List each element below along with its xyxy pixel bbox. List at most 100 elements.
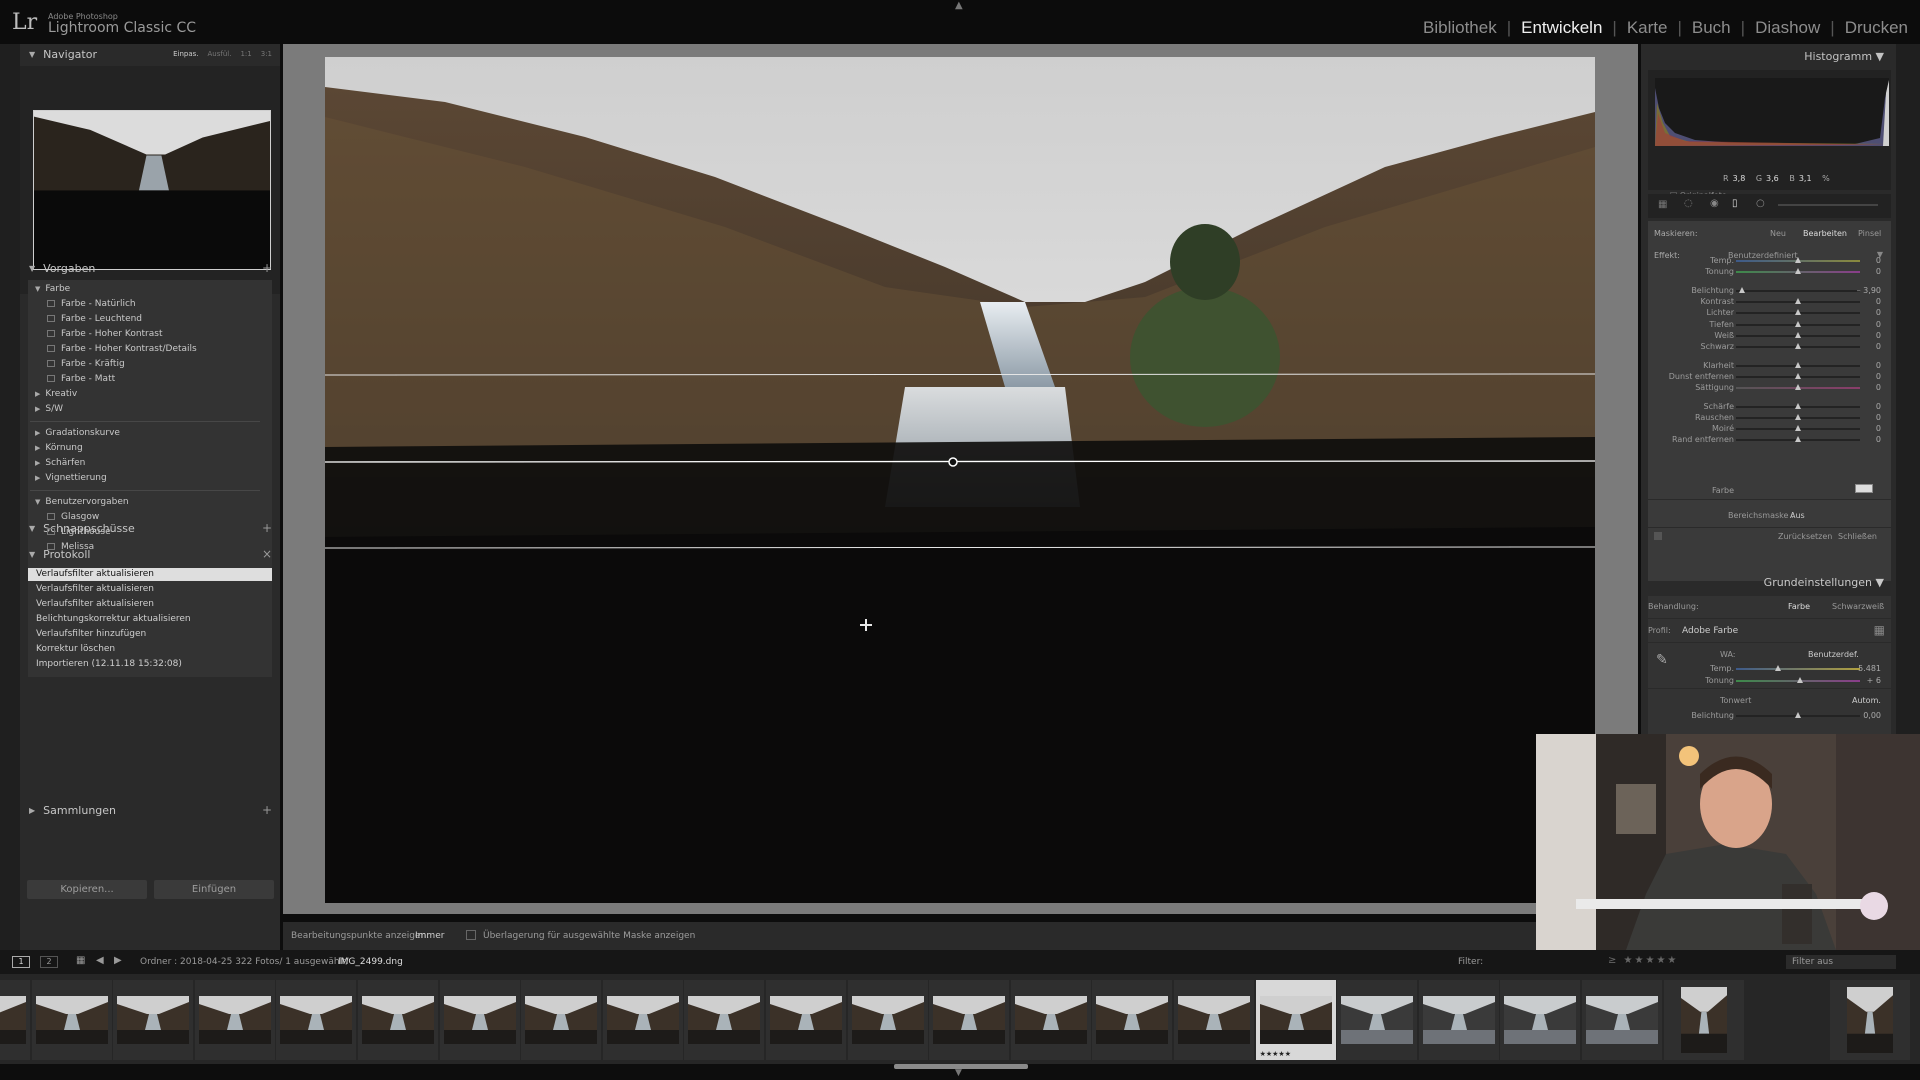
brush-size-track[interactable] <box>1778 204 1878 206</box>
photo-preview[interactable] <box>325 57 1595 903</box>
navigator-thumbnail[interactable] <box>33 110 271 270</box>
mask-color-swatch[interactable] <box>1855 484 1873 493</box>
mask-slider-thumb[interactable] <box>1795 414 1801 420</box>
treatment-color-option[interactable]: Farbe <box>1788 602 1810 611</box>
mask-tab-new[interactable]: Neu <box>1770 229 1786 238</box>
basic-panel-header[interactable]: Grundeinstellungen ▼ <box>1641 572 1896 594</box>
module-drucken[interactable]: Drucken <box>1845 18 1908 38</box>
preset-item[interactable]: Melissa <box>47 542 94 552</box>
history-item[interactable]: Verlaufsfilter hinzufügen <box>28 628 272 641</box>
mask-slider-value[interactable]: – 3,90 <box>1857 286 1881 295</box>
filmstrip-thumbnail[interactable] <box>766 980 846 1060</box>
mask-slider-value[interactable]: 0 <box>1876 435 1881 444</box>
mask-slider-track[interactable] <box>1736 290 1860 292</box>
mask-slider-value[interactable]: 0 <box>1876 308 1881 317</box>
filter-dropdown[interactable]: Filter aus <box>1786 955 1896 969</box>
preset-group-1[interactable]: ▶ Kreativ <box>35 389 77 399</box>
mask-slider-value[interactable]: 0 <box>1876 402 1881 411</box>
mask-close-button[interactable]: Schließen <box>1838 532 1877 541</box>
edit-points-dropdown[interactable]: Immer <box>415 931 444 941</box>
spot-removal-icon[interactable]: ◌ <box>1684 198 1693 209</box>
filmstrip-thumbnail[interactable] <box>1010 980 1091 1060</box>
mask-reset-button[interactable]: Zurücksetzen <box>1778 532 1832 541</box>
effect-dropdown[interactable]: Benutzerdefiniert <box>1728 251 1798 260</box>
preset-group-5[interactable]: ▶ Schärfen <box>35 458 85 468</box>
grid-view-icon[interactable]: ▦ <box>76 955 85 966</box>
preset-group-6[interactable]: ▶ Vignettierung <box>35 473 107 483</box>
filmstrip-thumbnail[interactable] <box>1582 980 1662 1060</box>
filmstrip-thumbnail[interactable] <box>1830 980 1910 1060</box>
filmstrip-thumbnail[interactable] <box>1418 980 1499 1060</box>
filmstrip-thumbnail[interactable] <box>0 980 30 1060</box>
basic-slider-value[interactable]: 5.481 <box>1858 664 1881 673</box>
range-mask-dropdown[interactable]: Aus <box>1790 511 1805 520</box>
basic-slider-thumb[interactable] <box>1795 712 1801 718</box>
preset-item[interactable]: Farbe - Kräftig <box>47 359 125 369</box>
paste-settings-button[interactable]: Einfügen <box>154 880 274 899</box>
filmstrip-thumbnail[interactable] <box>1663 980 1744 1060</box>
forward-arrow-icon[interactable]: ▶ <box>114 955 122 966</box>
profile-dropdown[interactable]: Adobe Farbe <box>1682 626 1738 636</box>
presets-header[interactable]: ▼ Vorgaben + <box>20 258 280 278</box>
mask-slider-value[interactable]: 0 <box>1876 383 1881 392</box>
mask-slider-thumb[interactable] <box>1739 287 1746 293</box>
basic-slider-value[interactable]: + 6 <box>1867 676 1881 685</box>
preset-item[interactable]: Farbe - Matt <box>47 374 115 384</box>
preset-item[interactable]: Glasgow <box>47 512 99 522</box>
preset-group-4[interactable]: ▶ Körnung <box>35 443 83 453</box>
selected-filename[interactable]: IMG_2499.dng <box>338 957 403 967</box>
preset-item[interactable]: Farbe - Natürlich <box>47 299 136 309</box>
preset-item[interactable]: Farbe - Leuchtend <box>47 314 142 324</box>
mask-slider-thumb[interactable] <box>1795 343 1801 349</box>
zoom-fill-option[interactable]: Ausfül. <box>208 50 232 58</box>
filmstrip-thumbnail[interactable] <box>684 980 765 1060</box>
graduated-filter-icon[interactable]: ▯ <box>1732 198 1738 209</box>
mask-slider-value[interactable]: 0 <box>1876 320 1881 329</box>
mask-toggle-switch[interactable] <box>1654 532 1662 540</box>
mask-slider-value[interactable]: 0 <box>1876 267 1881 276</box>
mask-slider-thumb[interactable] <box>1795 268 1801 274</box>
basic-slider-value[interactable]: 0,00 <box>1863 711 1881 720</box>
mask-slider-thumb[interactable] <box>1795 309 1801 315</box>
zoom-1-1-option[interactable]: 1:1 <box>240 50 251 58</box>
filmstrip-thumbnail[interactable]: ★★★★★ <box>1255 980 1336 1060</box>
radial-filter-icon[interactable]: ○ <box>1756 198 1765 209</box>
mask-slider-value[interactable]: 0 <box>1876 413 1881 422</box>
collapse-top-arrow-icon[interactable]: ▲ <box>955 0 963 11</box>
mask-slider-thumb[interactable] <box>1795 403 1801 409</box>
preset-item[interactable]: Farbe - Hoher Kontrast/Details <box>47 344 197 354</box>
mask-slider-thumb[interactable] <box>1795 425 1801 431</box>
window-1-button[interactable]: 1 <box>12 956 30 968</box>
mask-tab-brush[interactable]: Pinsel <box>1858 229 1881 238</box>
history-item[interactable]: Verlaufsfilter aktualisieren <box>28 583 272 596</box>
profile-browser-icon[interactable]: ▦ <box>1874 623 1885 637</box>
overlay-checkbox[interactable] <box>466 930 476 940</box>
thumbnail-rating-stars[interactable]: ★★★★★ <box>1260 1050 1291 1058</box>
preset-group-7[interactable]: ▼ Benutzervorgaben <box>35 497 129 507</box>
zoom-3-1-option[interactable]: 3:1 <box>261 50 272 58</box>
history-item[interactable]: Korrektur löschen <box>28 643 272 656</box>
mask-slider-thumb[interactable] <box>1795 298 1801 304</box>
clear-history-icon[interactable]: × <box>262 547 272 561</box>
filmstrip-thumbnail[interactable] <box>113 980 194 1060</box>
mask-slider-value[interactable]: 0 <box>1876 342 1881 351</box>
filmstrip-thumbnail[interactable] <box>1500 980 1581 1060</box>
filmstrip-thumbnail[interactable] <box>439 980 520 1060</box>
histogram-graph[interactable] <box>1655 72 1889 146</box>
copy-settings-button[interactable]: Kopieren... <box>27 880 147 899</box>
filmstrip-thumbnail[interactable] <box>358 980 438 1060</box>
folder-info[interactable]: Ordner : 2018-04-25 322 Fotos/ 1 ausgewä… <box>140 957 349 967</box>
history-item[interactable]: Verlaufsfilter aktualisieren <box>28 568 272 581</box>
crop-tool-icon[interactable]: ▦ <box>1658 199 1667 210</box>
mask-slider-thumb[interactable] <box>1795 321 1801 327</box>
mask-slider-value[interactable]: 0 <box>1876 361 1881 370</box>
collapse-bottom-arrow-icon[interactable]: ▼ <box>955 1068 962 1078</box>
red-eye-icon[interactable]: ◉ <box>1710 198 1719 209</box>
mask-slider-value[interactable]: 0 <box>1876 372 1881 381</box>
filmstrip-thumbnail[interactable] <box>1174 980 1254 1060</box>
mask-slider-value[interactable]: 0 <box>1876 256 1881 265</box>
basic-slider-track[interactable] <box>1736 668 1860 670</box>
mask-slider-thumb[interactable] <box>1795 384 1801 390</box>
preset-group-3[interactable]: ▶ Gradationskurve <box>35 428 120 438</box>
history-item[interactable]: Belichtungskorrektur aktualisieren <box>28 613 272 626</box>
